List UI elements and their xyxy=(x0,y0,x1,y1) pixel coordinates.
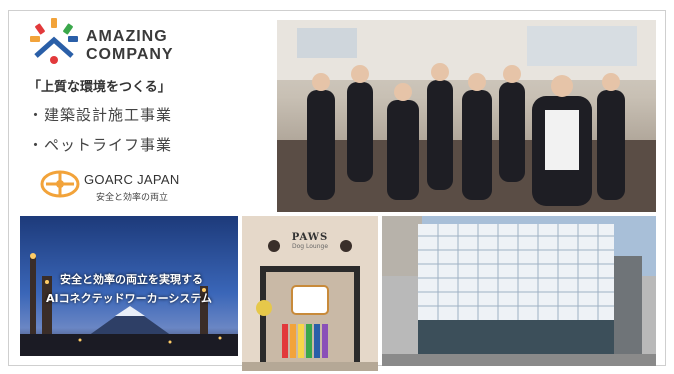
building-illustration xyxy=(382,216,656,366)
goarc-logo: GOARC JAPAN 安全と効率の両立 xyxy=(40,166,210,206)
paws-sign: PAWS Dog Lounge xyxy=(272,232,348,266)
ai-system-caption-line1: 安全と効率の両立を実現する xyxy=(60,273,203,286)
ai-system-photo: 安全と効率の両立を実現する AIコネクテッドワーカーシステム xyxy=(20,216,238,356)
team-photo-illustration xyxy=(277,20,656,212)
goarc-subtitle: 安全と効率の両立 xyxy=(96,193,169,203)
goarc-name: GOARC JAPAN xyxy=(84,172,180,187)
building-photo xyxy=(382,216,656,366)
paws-title: PAWS xyxy=(291,232,329,243)
goarc-logo-icon xyxy=(40,170,80,198)
logo-text-amazing: AMAZING xyxy=(86,28,168,45)
business-item-architecture: ・建築設計施工事業 xyxy=(28,106,173,124)
amazing-company-logo-icon xyxy=(30,18,78,64)
ai-system-caption-line2: AIコネクテッドワーカーシステム xyxy=(46,292,213,305)
paws-subtitle: Dog Lounge xyxy=(291,243,329,250)
tagline: 「上質な環境をつくる」 xyxy=(28,80,171,95)
logo-text-company: COMPANY xyxy=(86,46,174,63)
business-item-petlife: ・ペットライフ事業 xyxy=(28,136,173,154)
company-logo: AMAZING COMPANY xyxy=(24,14,194,70)
paws-storefront-photo: PAWS Dog Lounge xyxy=(242,216,378,371)
team-photo xyxy=(277,20,656,212)
